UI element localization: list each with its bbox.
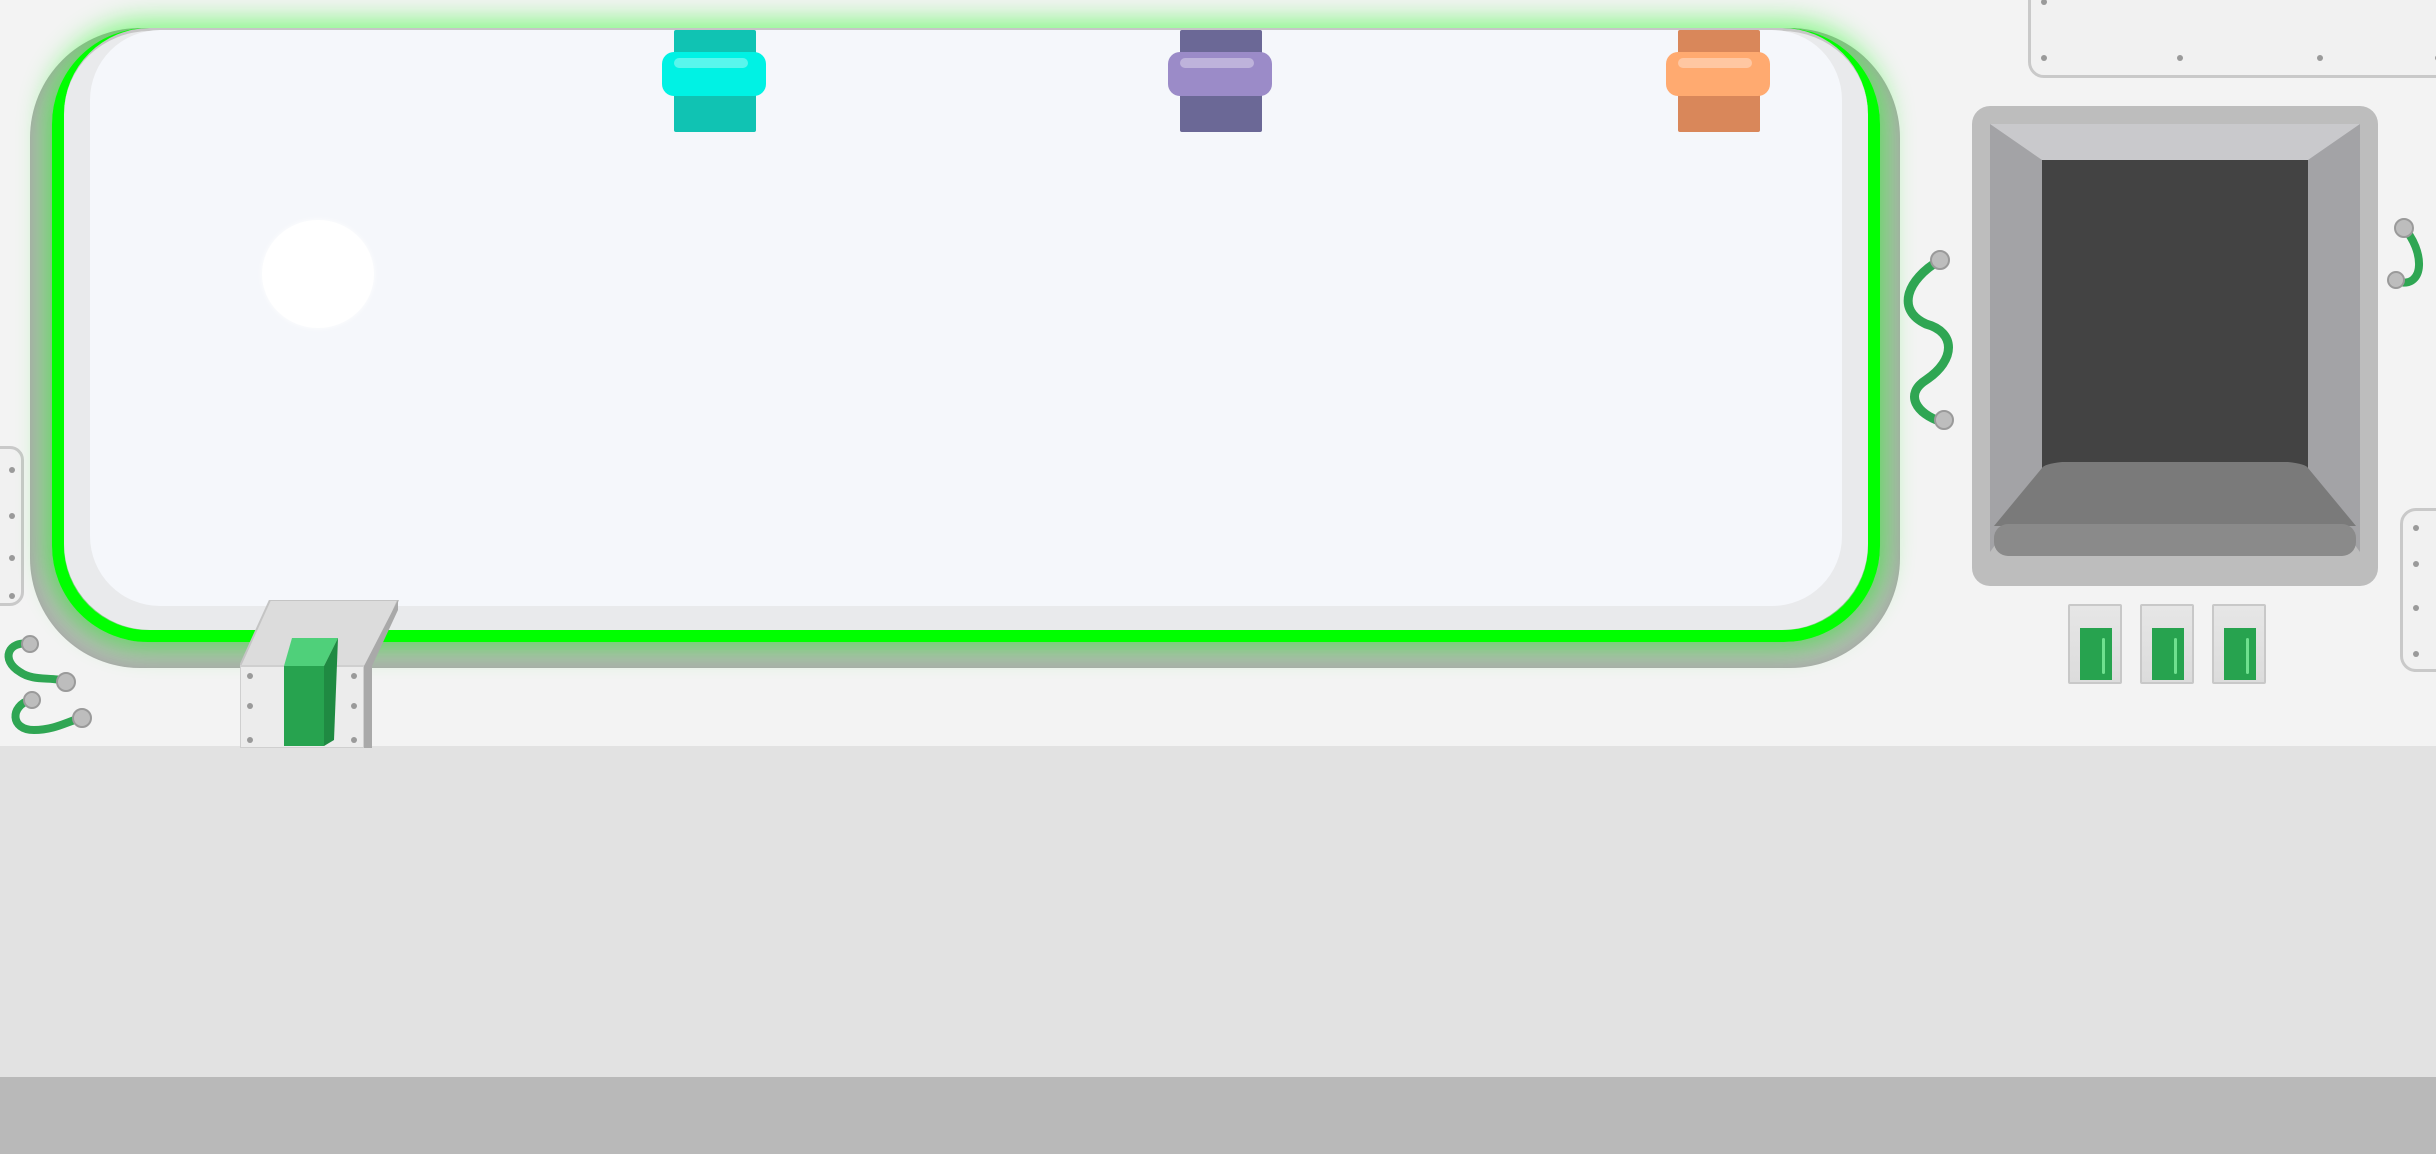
card-slot-3[interactable] xyxy=(2212,604,2266,684)
game-board-surface[interactable] xyxy=(90,30,1842,606)
teal-clip[interactable] xyxy=(662,30,766,134)
left-side-panel xyxy=(0,446,24,606)
screw-icon xyxy=(2041,0,2047,5)
screw-icon xyxy=(2177,55,2183,61)
floor-edge xyxy=(0,1077,2436,1154)
screw-icon xyxy=(2317,55,2323,61)
screw-icon xyxy=(2413,605,2419,611)
screw-icon xyxy=(2413,561,2419,567)
screw-icon xyxy=(351,737,357,743)
screw-icon xyxy=(247,703,253,709)
top-right-panel xyxy=(2028,0,2436,78)
cable-icon xyxy=(2387,218,2423,289)
cable-icon xyxy=(4,635,92,735)
screw-icon xyxy=(2041,55,2047,61)
screw-icon xyxy=(9,467,15,473)
cable-icon xyxy=(1903,250,1954,430)
tray-drawer[interactable] xyxy=(1994,462,2356,526)
card-slot-icon xyxy=(2080,628,2112,680)
board-stand[interactable] xyxy=(240,600,400,748)
screw-icon xyxy=(247,737,253,743)
stand-green-card xyxy=(284,666,324,746)
tray-unit[interactable] xyxy=(1972,106,2378,586)
tray-opening xyxy=(2042,160,2308,480)
floor xyxy=(0,746,2436,1077)
right-side-panel xyxy=(2400,508,2436,672)
card-slot-2[interactable] xyxy=(2140,604,2194,684)
card-slot-1[interactable] xyxy=(2068,604,2122,684)
purple-clip[interactable] xyxy=(1168,30,1272,134)
orange-clip[interactable] xyxy=(1666,30,1770,134)
screw-icon xyxy=(247,673,253,679)
screw-icon xyxy=(9,513,15,519)
screw-icon xyxy=(351,673,357,679)
card-slot-icon xyxy=(2152,628,2184,680)
card-slot-icon xyxy=(2224,628,2256,680)
screw-icon xyxy=(2413,651,2419,657)
screw-icon xyxy=(9,555,15,561)
screw-icon xyxy=(351,703,357,709)
screw-icon xyxy=(2413,525,2419,531)
screw-icon xyxy=(9,593,15,599)
white-ball[interactable] xyxy=(262,220,374,328)
